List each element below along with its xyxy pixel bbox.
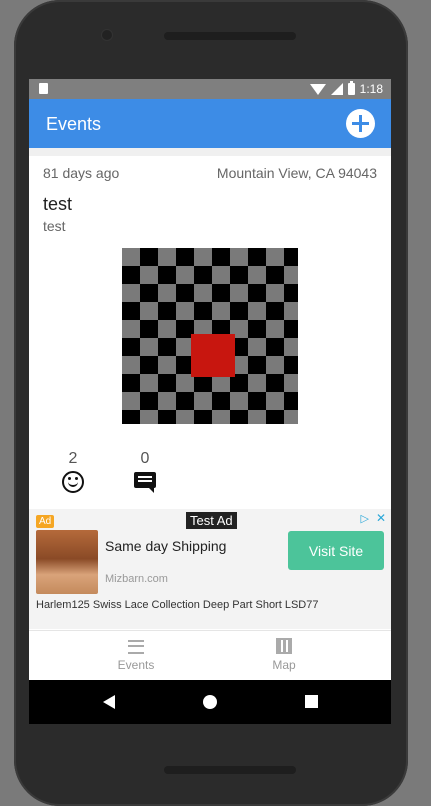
comment-count: 0 xyxy=(140,450,150,467)
status-time: 1:18 xyxy=(359,82,383,96)
comment-stat[interactable]: 0 xyxy=(127,450,163,493)
ad-product-image[interactable] xyxy=(36,530,98,594)
event-meta: 81 days ago Mountain View, CA 94043 xyxy=(43,165,377,181)
top-speaker xyxy=(164,32,296,40)
bottom-speaker xyxy=(164,766,296,774)
bottom-nav: Events Map xyxy=(29,630,391,681)
battery-icon xyxy=(347,81,355,95)
back-icon[interactable] xyxy=(103,695,115,709)
ad-headline[interactable]: Same day Shipping xyxy=(105,538,226,554)
smiley-icon[interactable] xyxy=(62,471,84,493)
event-description: test xyxy=(43,218,66,234)
status-bar: 1:18 xyxy=(29,79,391,99)
smiley-stat[interactable]: 2 xyxy=(55,450,91,493)
event-card[interactable]: 81 days ago Mountain View, CA 94043 test… xyxy=(29,156,391,509)
nav-item-events[interactable]: Events xyxy=(96,637,176,672)
event-location: Mountain View, CA 94043 xyxy=(216,165,377,181)
event-feed[interactable]: 81 days ago Mountain View, CA 94043 test… xyxy=(29,148,391,509)
page-title: Events xyxy=(46,114,102,134)
comment-icon[interactable] xyxy=(134,472,156,493)
event-time-ago: 81 days ago xyxy=(43,165,120,181)
list-icon xyxy=(128,640,144,654)
nav-item-map[interactable]: Map xyxy=(244,637,324,672)
front-camera xyxy=(102,30,112,40)
nav-map-label: Map xyxy=(272,658,296,672)
close-icon[interactable]: ✕ xyxy=(376,511,386,525)
event-title: test xyxy=(43,194,73,214)
red-square-graphic xyxy=(191,334,235,377)
adchoices-icon[interactable]: ▷ xyxy=(361,512,369,525)
status-right: 1:18 xyxy=(309,81,383,96)
event-image[interactable] xyxy=(122,248,298,424)
ad-body-text: Harlem125 Swiss Lace Collection Deep Par… xyxy=(36,599,319,611)
recent-apps-icon[interactable] xyxy=(305,695,318,708)
smiley-count: 2 xyxy=(68,450,78,467)
screen: 1:18 Events 81 days ago Mountain View, C… xyxy=(29,79,391,724)
test-ad-label: Test Ad xyxy=(186,512,237,529)
visit-site-button[interactable]: Visit Site xyxy=(288,531,384,570)
sd-card-icon xyxy=(39,83,48,94)
home-icon[interactable] xyxy=(203,695,217,709)
android-nav-bar xyxy=(29,680,391,724)
ad-banner[interactable]: Ad Test Ad ▷ ✕ Same day Shipping Mizbarn… xyxy=(29,509,391,629)
nav-events-label: Events xyxy=(117,658,155,672)
wifi-icon xyxy=(309,83,326,95)
map-icon xyxy=(276,638,292,654)
add-event-button[interactable] xyxy=(346,109,375,138)
ad-domain: Mizbarn.com xyxy=(105,573,168,585)
app-bar: Events xyxy=(29,99,391,148)
signal-icon xyxy=(330,83,343,95)
ad-badge: Ad xyxy=(36,515,55,528)
